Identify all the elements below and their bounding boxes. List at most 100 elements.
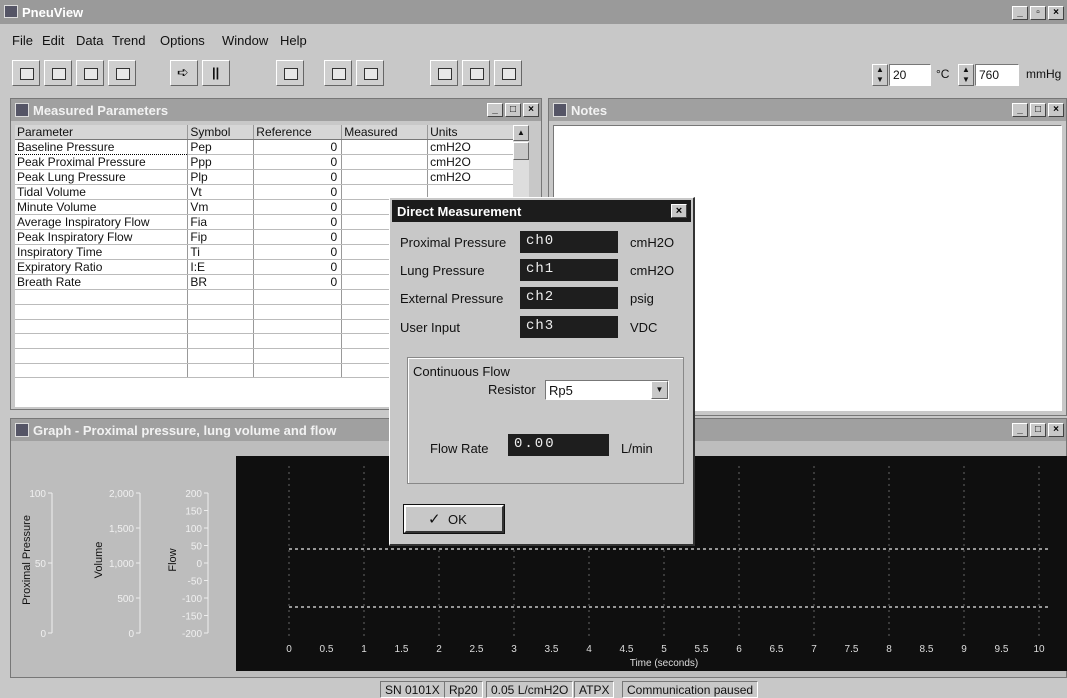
column-header-units[interactable]: Units: [427, 125, 515, 141]
table-row[interactable]: Baseline Pressure Pep 0 cmH2O: [15, 139, 515, 156]
close-icon[interactable]: ×: [1048, 423, 1064, 437]
cell-units: cmH2O: [427, 154, 515, 171]
continuous-flow-group: Continuous Flow Resistor Rp5 ▼ Flow Rate…: [407, 357, 684, 484]
cell-reference: 0: [253, 229, 343, 246]
cell-units: cmH2O: [427, 169, 515, 186]
close-icon[interactable]: ×: [523, 103, 539, 117]
cell-symbol: BR: [187, 274, 255, 291]
arrow-right-icon: ➪: [177, 64, 189, 80]
maximize-icon[interactable]: □: [505, 103, 521, 117]
direct-measurement-dialog: Direct Measurement × Proximal Pressure c…: [389, 197, 695, 546]
menu-edit[interactable]: Edit: [42, 33, 64, 48]
cell-symbol: Fip: [187, 229, 255, 246]
flow-tick-label: -200: [182, 629, 202, 640]
volume-tick-label: 1,500: [109, 524, 134, 535]
measured-parameters-title: Measured Parameters: [33, 103, 169, 118]
toolbar-display-button[interactable]: [276, 60, 304, 86]
x-tick-label: 9.5: [995, 644, 1009, 655]
column-header-symbol[interactable]: Symbol: [187, 125, 255, 141]
temperature-input[interactable]: 20: [889, 64, 931, 86]
table-row[interactable]: Peak Lung Pressure Plp 0 cmH2O: [15, 169, 515, 186]
toolbar-notes-button[interactable]: [76, 60, 104, 86]
menu-file[interactable]: File: [12, 33, 33, 48]
minimize-icon[interactable]: _: [487, 103, 503, 117]
notes-titlebar: Notes _ □ ×: [549, 99, 1066, 121]
notes-title: Notes: [571, 103, 608, 118]
flow-tick-label: 0: [196, 559, 202, 570]
pressure-unit: mmHg: [1026, 67, 1062, 81]
volume-tick-label: 2,000: [109, 489, 134, 500]
status-serial: SN 0101X: [380, 681, 445, 698]
chevron-down-icon[interactable]: ▼: [651, 381, 668, 399]
flow-tick-label: 50: [191, 542, 203, 553]
pause-icon: ||: [212, 65, 220, 80]
cell-symbol: Plp: [187, 169, 255, 186]
proximal-pressure-tick-label: 0: [40, 629, 46, 640]
cell-parameter: Breath Rate: [15, 274, 189, 291]
scroll-up-icon[interactable]: ▲: [513, 125, 529, 141]
scroll-thumb[interactable]: [513, 142, 529, 160]
toolbar-pause-button[interactable]: ||: [202, 60, 230, 86]
maximize-icon[interactable]: □: [1030, 103, 1046, 117]
toolbar-report-button[interactable]: [462, 60, 490, 86]
close-icon[interactable]: ×: [1048, 103, 1064, 117]
toolbar-play-button[interactable]: ➪: [170, 60, 198, 86]
x-tick-label: 1: [361, 644, 367, 655]
minimize-icon[interactable]: _: [1012, 6, 1028, 20]
proximal-pressure-axis-label: Proximal Pressure: [21, 515, 33, 605]
ok-button[interactable]: ✓ OK: [403, 504, 505, 534]
cell-measured: [341, 154, 429, 171]
lung-pressure-label: Lung Pressure: [400, 263, 485, 278]
status-compliance: 0.05 L/cmH2O: [486, 681, 574, 698]
table-row[interactable]: Peak Proximal Pressure Ppp 0 cmH2O: [15, 154, 515, 171]
pressure-input[interactable]: 760: [975, 64, 1019, 86]
resistor-select[interactable]: Rp5 ▼: [545, 380, 669, 400]
minimize-icon[interactable]: _: [1012, 103, 1028, 117]
toolbar-copy-button[interactable]: [356, 60, 384, 86]
column-header-measured[interactable]: Measured: [341, 125, 429, 141]
user-input-channel: ch3: [520, 316, 618, 338]
pressure-spinner-icon[interactable]: ▲ ▼: [958, 64, 974, 86]
menu-help[interactable]: Help: [280, 33, 307, 48]
probe-icon: [438, 68, 452, 80]
proximal-pressure-tick-label: 100: [29, 489, 46, 500]
window-icon: [15, 423, 29, 437]
cell-parameter: Average Inspiratory Flow: [15, 214, 189, 231]
volume-tick-label: 500: [117, 594, 134, 605]
lung-pressure-channel: ch1: [520, 259, 618, 281]
toolbar-reference-button[interactable]: [44, 60, 72, 86]
cell-parameter: Expiratory Ratio: [15, 259, 189, 276]
toolbar-measure-button[interactable]: [430, 60, 458, 86]
flow-rate-label: Flow Rate: [430, 441, 489, 456]
menu-window[interactable]: Window: [222, 33, 268, 48]
toolbar-graph-button[interactable]: [108, 60, 136, 86]
cell-symbol: Ppp: [187, 154, 255, 171]
x-tick-label: 10: [1033, 644, 1045, 655]
toolbar-preview-button[interactable]: [494, 60, 522, 86]
minimize-icon[interactable]: _: [1012, 423, 1028, 437]
toolbar-print-button[interactable]: [324, 60, 352, 86]
menu-trend[interactable]: Trend: [112, 33, 145, 48]
x-tick-label: 2: [436, 644, 442, 655]
maximize-icon[interactable]: □: [1030, 423, 1046, 437]
dialog-titlebar: Direct Measurement ×: [392, 200, 691, 222]
column-header-reference[interactable]: Reference: [253, 125, 343, 141]
menu-data[interactable]: Data: [76, 33, 103, 48]
restore-icon[interactable]: ▫: [1030, 6, 1046, 20]
toolbar-measured-button[interactable]: [12, 60, 40, 86]
cell-reference: 0: [253, 259, 343, 276]
cell-reference: 0: [253, 199, 343, 216]
x-tick-label: 5.5: [695, 644, 709, 655]
menu-options[interactable]: Options: [160, 33, 205, 48]
cell-parameter: Minute Volume: [15, 199, 189, 216]
cell-parameter: Baseline Pressure: [15, 139, 189, 156]
close-icon[interactable]: ×: [1048, 6, 1064, 20]
resistor-label: Resistor: [488, 382, 536, 397]
proximal-pressure-unit: cmH2O: [630, 235, 675, 250]
cell-reference: 0: [253, 139, 343, 156]
graph-title: Graph - Proximal pressure, lung volume a…: [33, 423, 337, 438]
x-tick-label: 3: [511, 644, 517, 655]
column-header-parameter[interactable]: Parameter: [15, 125, 189, 141]
temperature-spinner-icon[interactable]: ▲ ▼: [872, 64, 888, 86]
close-icon[interactable]: ×: [671, 204, 687, 218]
